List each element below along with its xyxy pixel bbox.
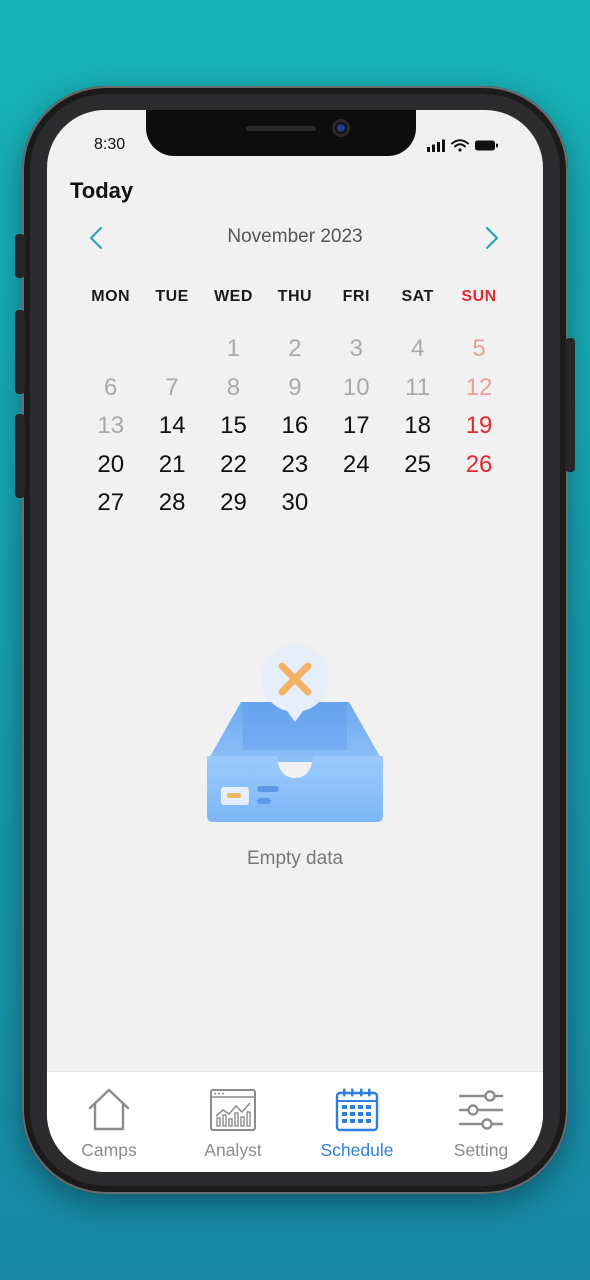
calendar-day[interactable]: 1 — [203, 330, 264, 369]
calendar-day[interactable]: 5 — [448, 330, 509, 369]
calendar-day[interactable]: 2 — [264, 330, 325, 369]
calendar-day[interactable]: 10 — [326, 369, 387, 408]
calendar-day[interactable]: 9 — [264, 369, 325, 408]
month-label: November 2023 — [227, 226, 363, 247]
weekday-label: FRI — [342, 288, 370, 305]
calendar-empty-cell — [387, 484, 448, 523]
signal-icon — [427, 139, 445, 152]
home-icon — [88, 1088, 130, 1131]
calendar-week-row: 6 7 8 9 10 11 12 — [80, 369, 510, 408]
bottom-tab-bar: Camps Analyst Schedule Setting — [47, 1072, 543, 1172]
tab-label: Setting — [453, 1140, 509, 1160]
notch — [146, 110, 416, 156]
calendar-day[interactable]: 17 — [326, 407, 387, 446]
calendar-week-row: 20 21 22 23 24 25 26 — [80, 446, 510, 485]
front-camera — [332, 119, 350, 137]
calendar-day[interactable]: 16 — [264, 407, 325, 446]
calendar-day[interactable]: 4 — [387, 330, 448, 369]
calendar-empty-cell — [448, 484, 509, 523]
analytics-icon — [210, 1089, 256, 1131]
calendar-day[interactable]: 26 — [448, 446, 509, 485]
battery-icon — [475, 140, 498, 151]
tab-label: Camps — [81, 1140, 137, 1160]
calendar-empty-cell — [80, 330, 141, 369]
sliders-icon — [458, 1090, 504, 1130]
calendar-day[interactable]: 8 — [203, 369, 264, 408]
volume-down-button — [15, 414, 25, 498]
calendar-week-row: 12345 — [80, 330, 510, 369]
calendar-day[interactable]: 11 — [387, 369, 448, 408]
calendar-day[interactable]: 13 — [80, 407, 141, 446]
power-button — [565, 338, 575, 472]
tab-analyst[interactable]: Analyst — [171, 1072, 295, 1172]
calendar-day[interactable]: 30 — [264, 484, 325, 523]
weekday-header: MON TUE WED THU FRI SAT SUN — [80, 288, 510, 306]
tab-label: Schedule — [320, 1140, 394, 1160]
calendar-day[interactable]: 21 — [141, 446, 202, 485]
empty-inbox-icon — [207, 644, 383, 822]
calendar-day[interactable]: 6 — [80, 369, 141, 408]
weekday-label: SUN — [461, 288, 497, 305]
speaker — [246, 126, 316, 131]
calendar-day[interactable]: 24 — [326, 446, 387, 485]
status-icons — [427, 139, 498, 152]
calendar-empty-cell — [326, 484, 387, 523]
tab-label: Analyst — [204, 1140, 262, 1160]
weekday-label: THU — [277, 288, 313, 305]
calendar-day[interactable]: 20 — [80, 446, 141, 485]
calendar-day[interactable]: 18 — [387, 407, 448, 446]
weekday-label: TUE — [155, 288, 189, 305]
calendar-day[interactable]: 15 — [203, 407, 264, 446]
screen: 8:30 Today November 2023 MON TUE WED THU FRI… — [47, 110, 543, 1172]
calendar-day[interactable]: 27 — [80, 484, 141, 523]
weekday-label: WED — [214, 288, 253, 305]
calendar-empty-cell — [141, 330, 202, 369]
calendar-day[interactable]: 29 — [203, 484, 264, 523]
calendar-day[interactable]: 14 — [141, 407, 202, 446]
tab-setting[interactable]: Setting — [419, 1072, 543, 1172]
calendar-week-row: 27 28 29 30 — [80, 484, 510, 523]
calendar-day[interactable]: 22 — [203, 446, 264, 485]
calendar-week-row: 13 14 15 16 17 18 19 — [80, 407, 510, 446]
calendar-day[interactable]: 7 — [141, 369, 202, 408]
calendar-day[interactable]: 3 — [326, 330, 387, 369]
mute-switch — [15, 234, 25, 278]
calendar-day[interactable]: 19 — [448, 407, 509, 446]
calendar-day[interactable]: 25 — [387, 446, 448, 485]
calendar-day[interactable]: 12 — [448, 369, 509, 408]
weekday-label: SAT — [401, 288, 434, 305]
next-month-button[interactable] — [477, 224, 505, 252]
status-time: 8:30 — [94, 136, 126, 153]
wifi-icon — [451, 139, 469, 152]
calendar-day[interactable]: 28 — [141, 484, 202, 523]
tab-schedule[interactable]: Schedule — [295, 1072, 419, 1172]
weekday-label: MON — [91, 288, 131, 305]
calendar-grid: 1 2 3 4 5 6 7 8 9 10 11 12 13 14 15 16 17 18 19 20 21 22 23 24 2… — [80, 330, 510, 523]
page-title: Today — [70, 178, 134, 203]
calendar-day[interactable]: 23 — [264, 446, 325, 485]
empty-state-message: Empty data — [246, 848, 344, 869]
tab-camps[interactable]: Camps — [47, 1072, 171, 1172]
prev-month-button[interactable] — [83, 224, 111, 252]
calendar-icon — [335, 1088, 379, 1132]
volume-up-button — [15, 310, 25, 394]
